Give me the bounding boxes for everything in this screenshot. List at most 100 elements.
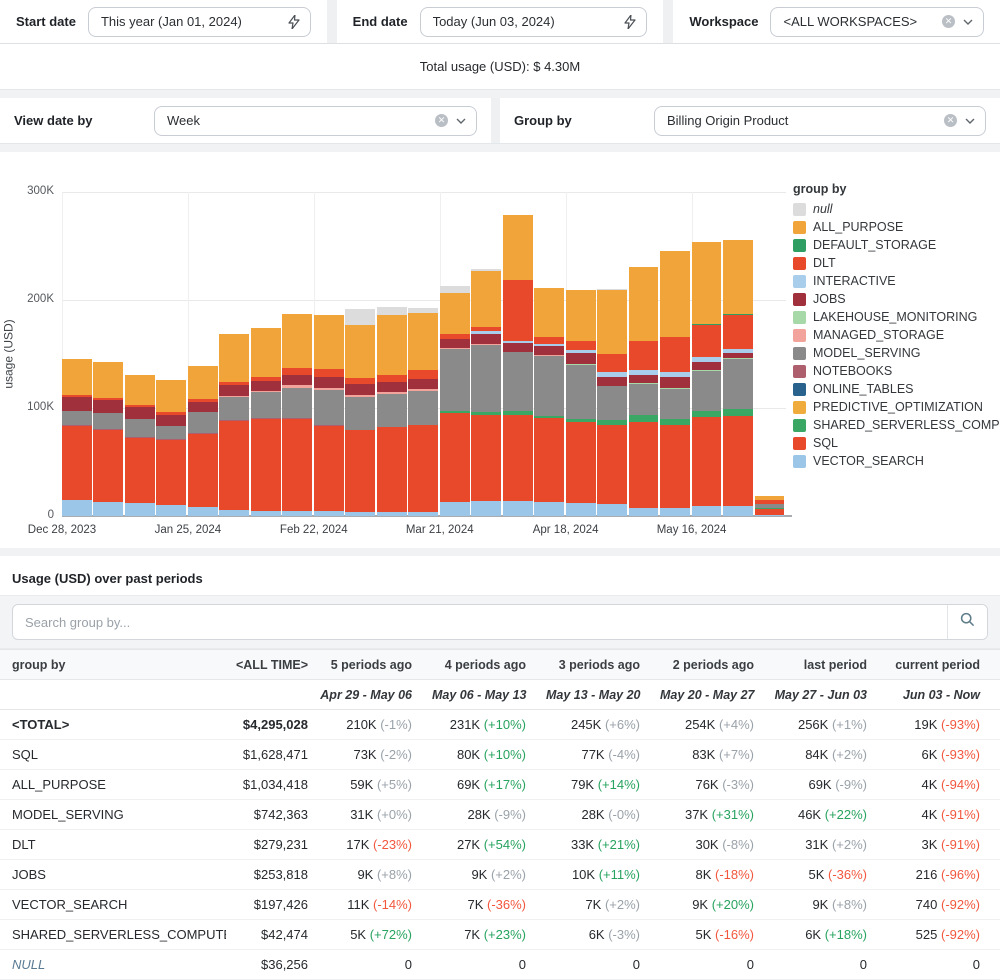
filter-bar: Start date This year (Jan 01, 2024) End … [0,0,1000,44]
percent-change: (+2%) [832,837,867,852]
bar [345,309,375,516]
legend-item[interactable]: MANAGED_STORAGE [793,328,999,342]
bar-segment [156,426,186,439]
quick-pick-icon[interactable] [624,15,636,29]
percent-change: (-92%) [941,927,980,942]
legend-item[interactable]: SQL [793,436,999,450]
bar-segment [345,397,375,429]
view-date-by-value: Week [167,113,427,128]
bar [125,375,155,516]
legend-item[interactable]: MODEL_SERVING [793,346,999,360]
bar-segment [251,328,281,377]
legend-item[interactable]: ONLINE_TABLES [793,382,999,396]
legend-label: null [813,202,832,216]
legend-item[interactable]: VECTOR_SEARCH [793,454,999,468]
period-value-cell: 6K (-93%) [887,740,1000,770]
chart-legend: group by nullALL_PURPOSEDEFAULT_STORAGED… [793,182,999,472]
bar-segment [660,251,690,336]
bar-segment [62,500,92,516]
chevron-down-icon[interactable] [963,19,973,25]
percent-change: (-9%) [835,777,867,792]
percent-change: (-14%) [373,897,412,912]
search-input[interactable] [13,605,947,639]
legend-item[interactable]: NOTEBOOKS [793,364,999,378]
legend-item[interactable]: SHARED_SERVERLESS_COMPUTE [793,418,999,432]
bar-segment [251,381,281,391]
percent-change: (+8%) [377,867,412,882]
table-daterange-row: Apr 29 - May 06May 06 - May 13May 13 - M… [0,680,1000,710]
all-time-cell: $197,426 [226,890,318,920]
start-date-card: Start date This year (Jan 01, 2024) [0,0,327,43]
group-label-cell: NULL [0,950,226,980]
bar-segment [440,293,470,334]
bar [566,290,596,516]
bar-segment [503,280,533,342]
clear-icon[interactable]: ✕ [942,15,955,28]
period-value-cell: 254K (+4%) [660,710,774,740]
chevron-down-icon[interactable] [965,118,975,124]
period-value-cell: 6K (+18%) [774,920,887,950]
clear-icon[interactable]: ✕ [435,114,448,127]
table-row: <TOTAL>$4,295,028210K (-1%)231K (+10%)24… [0,710,1000,740]
bar [377,307,407,516]
bar-segment [188,412,218,433]
period-value-cell: 216 (-96%) [887,860,1000,890]
bar-segment [314,390,344,426]
legend-item[interactable]: DEFAULT_STORAGE [793,238,999,252]
quick-pick-icon[interactable] [288,15,300,29]
period-value-cell: 5K (-16%) [660,920,774,950]
legend-item[interactable]: JOBS [793,292,999,306]
bar-segment [93,400,123,413]
start-date-input[interactable]: This year (Jan 01, 2024) [88,7,311,37]
x-tick-label: Jan 25, 2024 [155,524,222,536]
bar-segment [377,382,407,392]
daterange-header: May 20 - May 27 [660,680,774,710]
end-date-input[interactable]: Today (Jun 03, 2024) [420,7,648,37]
percent-change: (+6%) [605,717,640,732]
percent-change: (-36%) [487,897,526,912]
clear-icon[interactable]: ✕ [944,114,957,127]
bar-segment [534,502,564,516]
start-date-value: This year (Jan 01, 2024) [101,14,280,29]
view-date-by-select[interactable]: Week ✕ [154,106,477,136]
percent-change: (-93%) [941,747,980,762]
bar-segment [471,334,501,345]
legend-item[interactable]: PREDICTIVE_OPTIMIZATION [793,400,999,414]
table-row: MODEL_SERVING$742,36331K (+0%)28K (-9%)2… [0,800,1000,830]
bar-segment [503,415,533,501]
bar [629,267,659,516]
legend-item[interactable]: ALL_PURPOSE [793,220,999,234]
bar-segment [345,512,375,516]
percent-change: (+11%) [599,867,640,882]
legend-item[interactable]: null [793,202,999,216]
legend-label: ALL_PURPOSE [813,220,903,234]
table-row: NULL$36,256000000 [0,950,1000,980]
chevron-down-icon[interactable] [456,118,466,124]
period-value-cell: 231K (+10%) [432,710,546,740]
bar-segment [440,502,470,516]
percent-change: (-9%) [494,807,526,822]
bar-segment [282,375,312,386]
column-header: group by [0,650,226,680]
legend-item[interactable]: DLT [793,256,999,270]
percent-change: (+0%) [377,807,412,822]
period-value-cell: 84K (+2%) [774,740,887,770]
bar-segment [723,416,753,507]
y-tick-label: 200K [8,293,54,305]
period-value-cell: 11K (-14%) [318,890,432,920]
daterange-header: Apr 29 - May 06 [318,680,432,710]
group-label-cell: DLT [0,830,226,860]
end-date-card: End date Today (Jun 03, 2024) [337,0,664,43]
bar-segment [629,508,659,516]
workspace-select[interactable]: <ALL WORKSPACES> ✕ [770,7,984,37]
period-value-cell: 46K (+22%) [774,800,887,830]
table-row: ALL_PURPOSE$1,034,41859K (+5%)69K (+17%)… [0,770,1000,800]
bar-segment [377,375,407,383]
legend-item[interactable]: INTERACTIVE [793,274,999,288]
legend-item[interactable]: LAKEHOUSE_MONITORING [793,310,999,324]
percent-change: (-0%) [608,807,640,822]
legend-swatch-icon [793,221,806,234]
legend-label: MODEL_SERVING [813,346,920,360]
search-button[interactable] [947,605,987,639]
group-by-select[interactable]: Billing Origin Product ✕ [654,106,986,136]
